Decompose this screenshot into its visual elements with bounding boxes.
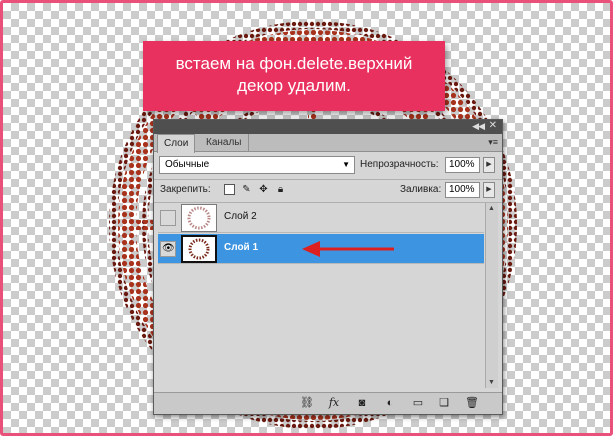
panel-titlebar[interactable]: ◀◀ ✕: [154, 120, 502, 134]
layer-row-2[interactable]: Слой 2: [158, 203, 484, 233]
tab-layers[interactable]: Слои: [157, 134, 196, 153]
annotation-arrow: [302, 241, 394, 257]
panel-tabs: Слои Каналы ▾≡: [154, 134, 502, 153]
add-mask-icon[interactable]: ◙: [354, 396, 370, 410]
new-group-icon[interactable]: ▭: [410, 396, 426, 410]
caption-line-1: встаем на фон.delete.верхний: [175, 54, 413, 73]
lock-fill-row: Закрепить: ✎ ✥ 🔒︎ Заливка: 100% ▶: [154, 180, 502, 202]
opacity-input[interactable]: 100%: [445, 157, 480, 173]
opacity-slider-icon[interactable]: ▶: [483, 157, 495, 173]
tab-channels[interactable]: Каналы: [200, 134, 249, 152]
layers-scrollbar[interactable]: ▲ ▼: [485, 203, 498, 388]
blend-mode-value: Обычные: [165, 159, 210, 170]
trash-icon[interactable]: 🗑︎: [464, 396, 480, 410]
instruction-caption: встаем на фон.delete.верхний декор удали…: [143, 41, 445, 111]
layer-name[interactable]: Слой 1: [224, 242, 258, 253]
opacity-label: Непрозрачность:: [360, 159, 439, 170]
fill-label: Заливка:: [400, 184, 442, 195]
visibility-toggle[interactable]: 👁︎: [160, 241, 176, 257]
layers-panel: ◀◀ ✕ Слои Каналы ▾≡ Обычные ▼ Непрозрачн…: [153, 119, 503, 415]
panel-menu-icon[interactable]: ▾≡: [488, 137, 498, 148]
fill-slider-icon[interactable]: ▶: [483, 182, 495, 198]
canvas-frame: встаем на фон.delete.верхний декор удали…: [0, 0, 613, 436]
layer-name[interactable]: Слой 2: [224, 211, 257, 222]
close-icon[interactable]: ✕: [489, 120, 497, 131]
lock-all-icon[interactable]: 🔒︎: [275, 184, 286, 195]
adjustment-layer-icon[interactable]: ◐: [382, 396, 398, 410]
fill-input[interactable]: 100%: [445, 182, 480, 198]
layer-row-1[interactable]: 👁︎ Слой 1: [158, 234, 484, 264]
scroll-down-icon[interactable]: ▼: [488, 379, 495, 386]
fx-icon[interactable]: fx: [326, 396, 342, 410]
lock-position-icon[interactable]: ✥: [258, 184, 269, 195]
layer-thumbnail: [181, 204, 217, 232]
collapse-icon[interactable]: ◀◀: [472, 121, 485, 132]
lock-transparent-icon[interactable]: [224, 184, 235, 195]
chevron-down-icon: ▼: [342, 160, 350, 169]
caption-line-2: декор удалим.: [237, 76, 351, 95]
eye-icon: 👁︎: [162, 243, 175, 254]
blend-opacity-row: Обычные ▼ Непрозрачность: 100% ▶: [154, 154, 502, 178]
scroll-up-icon[interactable]: ▲: [488, 205, 495, 212]
link-layers-icon[interactable]: ⛓︎: [299, 396, 315, 410]
lock-label: Закрепить:: [160, 184, 211, 195]
lock-image-icon[interactable]: ✎: [241, 184, 252, 195]
panel-bottom-toolbar: ⛓︎ fx ◙ ◐ ▭ ❏ 🗑︎: [154, 392, 502, 414]
new-layer-icon[interactable]: ❏: [436, 396, 452, 410]
layer-thumbnail: [181, 235, 217, 263]
visibility-toggle[interactable]: [160, 210, 176, 226]
blend-mode-select[interactable]: Обычные ▼: [159, 156, 355, 174]
layers-list: Слой 2 👁︎ Слой 1: [158, 203, 484, 388]
